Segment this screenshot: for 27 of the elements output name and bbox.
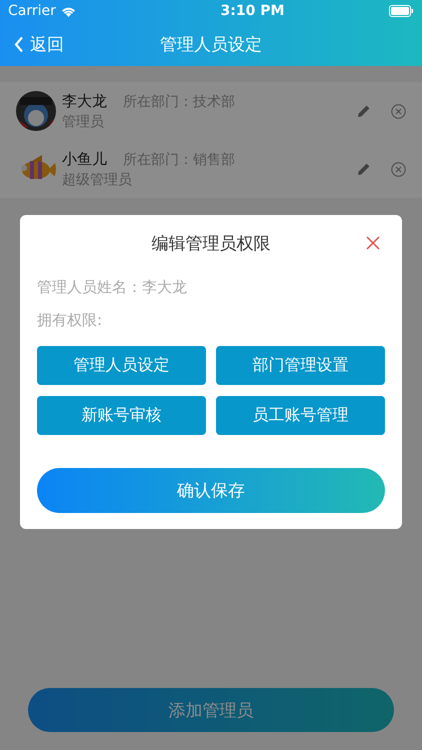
- admin-name-line: 管理人员姓名：李大龙: [37, 278, 188, 297]
- delete-icon[interactable]: [391, 162, 406, 176]
- department-label: 所在部门：技术部: [123, 92, 235, 110]
- close-icon[interactable]: [365, 235, 381, 251]
- admin-name: 李大龙: [62, 92, 107, 110]
- add-admin-button[interactable]: 添加管理员: [28, 688, 394, 732]
- confirm-save-button[interactable]: 确认保存: [37, 468, 385, 513]
- pencil-icon[interactable]: [357, 162, 371, 176]
- admin-name: 小鱼儿: [62, 150, 107, 168]
- chevron-left-icon[interactable]: [14, 36, 24, 52]
- back-button[interactable]: 返回: [14, 32, 64, 56]
- permission-button[interactable]: 员工账号管理: [216, 396, 385, 435]
- role-label: 超级管理员: [62, 170, 133, 188]
- permissions-label: 拥有权限:: [37, 311, 104, 330]
- permission-button[interactable]: 管理人员设定: [37, 346, 206, 385]
- permission-button[interactable]: 部门管理设置: [216, 346, 385, 385]
- permission-button[interactable]: 新账号审核: [37, 396, 206, 435]
- delete-icon[interactable]: [391, 104, 406, 118]
- pencil-icon[interactable]: [357, 104, 371, 118]
- dialog-title: 编辑管理员权限: [152, 233, 270, 255]
- clock-time: 3:10 PM: [220, 3, 284, 19]
- department-label: 所在部门：销售部: [123, 150, 235, 168]
- battery-icon: [389, 5, 414, 17]
- carrier-label: Carrier: [8, 3, 56, 19]
- screen-title: 管理人员设定: [160, 34, 262, 54]
- wifi-icon: [60, 6, 76, 16]
- role-label: 管理员: [62, 112, 105, 130]
